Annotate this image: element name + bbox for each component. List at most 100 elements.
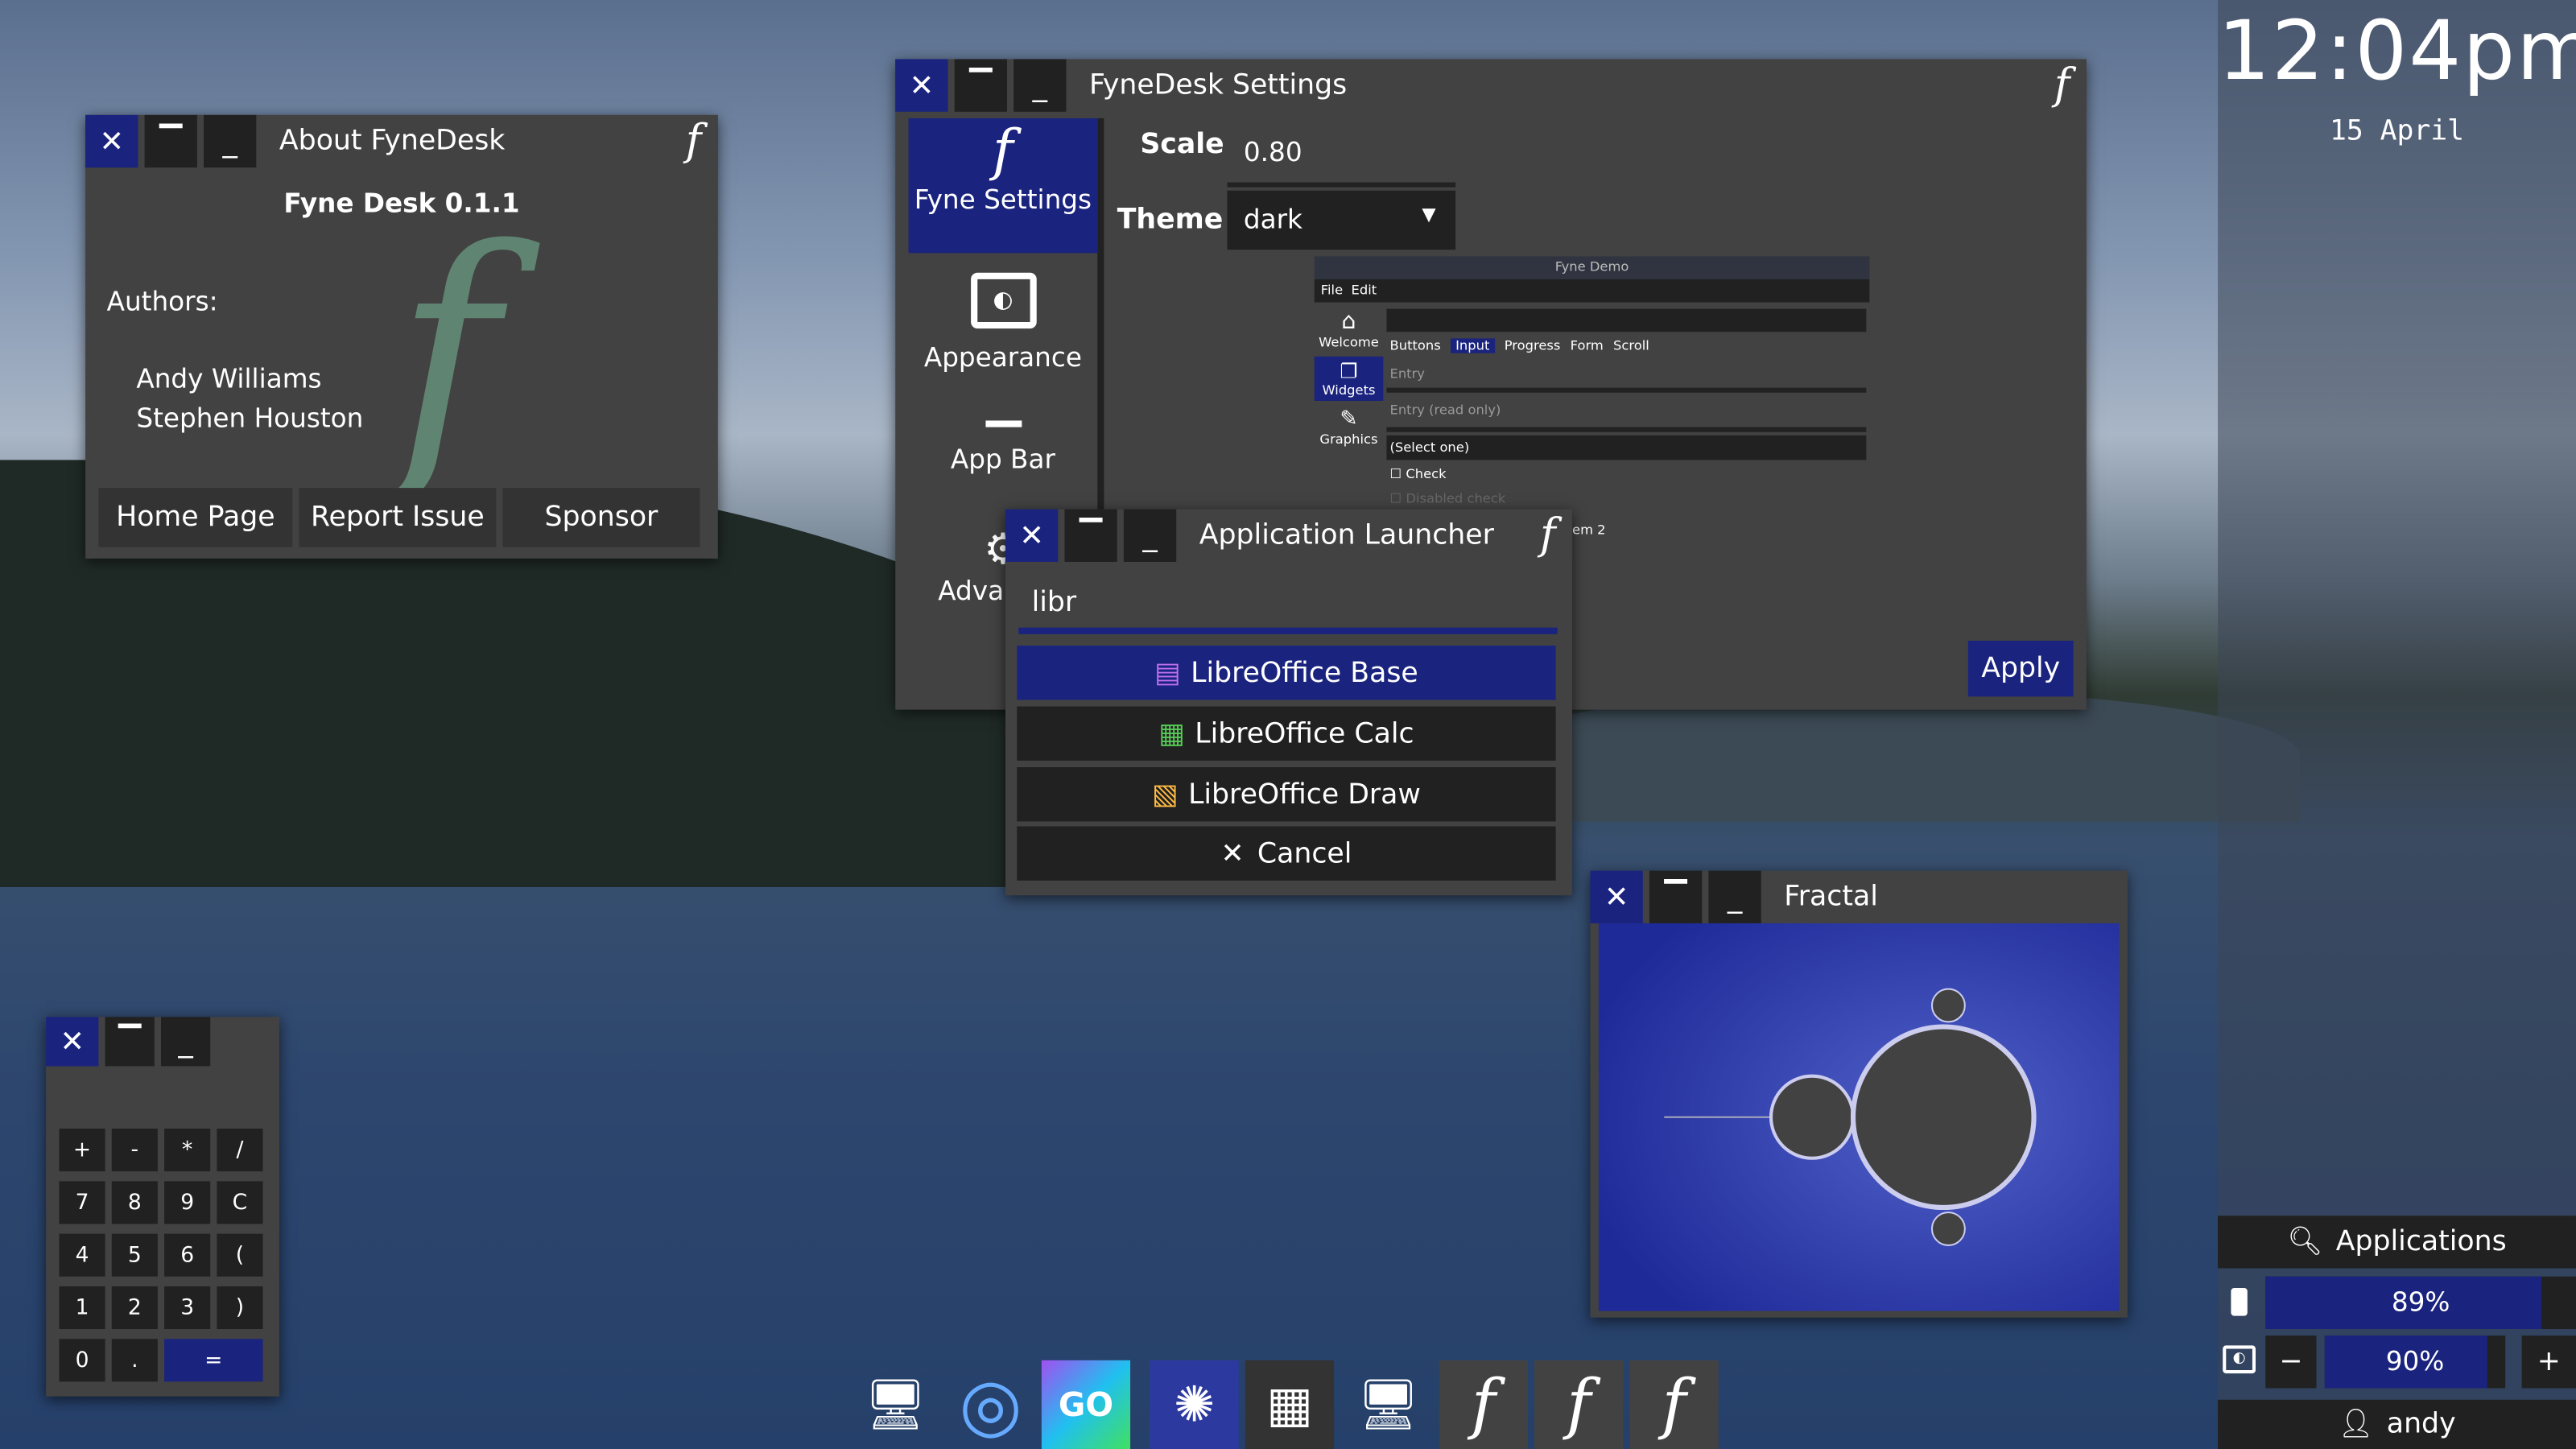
calc-key[interactable]: + xyxy=(59,1129,105,1172)
theme-select[interactable]: dark ▼ xyxy=(1227,190,1456,250)
theme-value: dark xyxy=(1243,204,1302,235)
fyne-icon[interactable]: f xyxy=(1534,1360,1624,1449)
fractal-icon[interactable]: ✺ xyxy=(1150,1360,1239,1449)
scale-input[interactable]: 0.80 xyxy=(1227,125,1456,188)
system-panel: 12:04pm 15 April 🔍︎ Applications 89% ◐ − … xyxy=(2218,0,2576,1449)
calc-key[interactable]: 2 xyxy=(111,1286,158,1330)
clock-date: 15 April xyxy=(2329,114,2465,148)
title-bar[interactable]: ✕ ▔ _ xyxy=(46,1017,279,1067)
maximize-button[interactable]: ▔ xyxy=(954,59,1008,112)
minimize-button[interactable]: _ xyxy=(204,114,257,168)
user-button[interactable]: 👤︎ andy xyxy=(2218,1399,2576,1449)
cancel-label: Cancel xyxy=(1257,836,1352,870)
calc-key[interactable]: * xyxy=(164,1129,211,1172)
sponsor-button[interactable]: Sponsor xyxy=(502,488,700,547)
cancel-button[interactable]: ✕ Cancel xyxy=(1017,826,1556,881)
goland-icon[interactable]: GO xyxy=(1041,1360,1131,1449)
preview-tab: Buttons xyxy=(1389,338,1441,353)
result-label: LibreOffice Draw xyxy=(1188,778,1421,811)
nav-label: App Bar xyxy=(950,444,1055,475)
title-bar[interactable]: ✕ ▔ _ About FyneDesk f xyxy=(85,114,718,168)
result-libreoffice-calc[interactable]: ▦ LibreOffice Calc xyxy=(1017,706,1556,761)
maximize-button[interactable]: ▔ xyxy=(105,1017,155,1067)
calc-key[interactable]: - xyxy=(111,1129,158,1172)
calc-key[interactable]: 7 xyxy=(59,1181,105,1224)
calc-key[interactable]: / xyxy=(217,1129,263,1172)
app-bar-icon xyxy=(985,420,1022,427)
chromium-icon[interactable]: ◎ xyxy=(947,1360,1035,1449)
calc-key[interactable]: C xyxy=(217,1181,263,1224)
fyne-logo-icon: f xyxy=(2054,60,2070,110)
user-label: andy xyxy=(2386,1407,2456,1441)
result-libreoffice-base[interactable]: ▤ LibreOffice Base xyxy=(1017,646,1556,700)
fyne-icon[interactable]: f xyxy=(1439,1360,1528,1449)
search-input[interactable]: libr xyxy=(1018,575,1558,634)
result-libreoffice-draw[interactable]: ▧ LibreOffice Draw xyxy=(1017,767,1556,822)
calc-key[interactable]: 5 xyxy=(111,1233,158,1277)
calc-key[interactable]: 3 xyxy=(164,1286,211,1330)
report-issue-button[interactable]: Report Issue xyxy=(299,488,497,547)
fractal-window: ✕ ▔ _ Fractal xyxy=(1590,870,2128,1318)
preview-nav: Widgets xyxy=(1322,382,1376,398)
minimize-button[interactable]: _ xyxy=(1708,870,1761,923)
search-icon: 🔍︎ xyxy=(2287,1225,2323,1259)
libreoffice-calc-icon: ▦ xyxy=(1158,716,1186,750)
close-button[interactable]: ✕ xyxy=(85,114,138,168)
brightness-bar[interactable]: 90% xyxy=(2324,1335,2506,1389)
minimize-button[interactable]: _ xyxy=(160,1017,211,1067)
minimize-button[interactable]: _ xyxy=(1123,509,1177,562)
launcher-window: ✕ ▔ _ Application Launcher f libr ▤ Libre… xyxy=(1005,509,1573,896)
theme-preview: Fyne Demo File Edit ⌂ Welcome ❐ Widgets ✎ G… xyxy=(1314,256,1870,519)
close-button[interactable]: ✕ xyxy=(46,1017,99,1067)
maximize-button[interactable]: ▔ xyxy=(1649,870,1703,923)
desktop: ✕ ▔ _ About FyneDesk f f Fyne Desk 0.1.1… xyxy=(0,0,2576,1449)
calc-key[interactable]: . xyxy=(111,1339,158,1382)
maximize-button[interactable]: ▔ xyxy=(1064,509,1117,562)
copy-icon: ❐ xyxy=(1340,359,1358,383)
calc-key[interactable]: 0 xyxy=(59,1339,105,1382)
nav-app-bar[interactable]: App Bar xyxy=(909,401,1098,516)
calc-key[interactable]: 8 xyxy=(111,1181,158,1224)
window-title: Fractal xyxy=(1784,880,1878,914)
brightness-increase-button[interactable]: + xyxy=(2521,1335,2576,1389)
title-bar[interactable]: ✕ ▔ _ Application Launcher f xyxy=(1005,509,1573,562)
mandelbrot-canvas[interactable] xyxy=(1598,923,2120,1311)
calc-key[interactable]: ) xyxy=(217,1286,263,1330)
calc-key[interactable]: 1 xyxy=(59,1286,105,1330)
window-title: FyneDesk Settings xyxy=(1089,68,1348,102)
maximize-button[interactable]: ▔ xyxy=(144,114,197,168)
calc-key[interactable]: 9 xyxy=(164,1181,211,1224)
nav-fyne-settings[interactable]: f Fyne Settings xyxy=(908,118,1098,254)
preview-tab: Input xyxy=(1450,338,1495,353)
display-icon[interactable]: 🖥︎ xyxy=(851,1360,939,1449)
title-bar[interactable]: ✕ ▔ _ Fractal xyxy=(1590,870,2128,923)
libreoffice-draw-icon: ▧ xyxy=(1152,778,1179,811)
fyne-logo-icon: f xyxy=(993,118,1013,184)
close-button[interactable]: ✕ xyxy=(1005,509,1059,562)
calc-key[interactable]: 6 xyxy=(164,1233,211,1277)
close-button[interactable]: ✕ xyxy=(895,59,948,112)
close-button[interactable]: ✕ xyxy=(1590,870,1643,923)
fyne-icon[interactable]: f xyxy=(1629,1360,1719,1449)
calc-key[interactable]: = xyxy=(164,1339,263,1382)
home-page-button[interactable]: Home Page xyxy=(98,488,293,547)
apply-button[interactable]: Apply xyxy=(1967,640,2074,697)
battery-icon xyxy=(2231,1287,2248,1316)
battery-value: 89% xyxy=(2391,1286,2450,1318)
calc-key[interactable]: 4 xyxy=(59,1233,105,1277)
brightness-decrease-button[interactable]: − xyxy=(2265,1335,2317,1389)
theme-label: Theme xyxy=(1117,204,1224,237)
title-bar[interactable]: ✕ ▔ _ FyneDesk Settings f xyxy=(895,59,2087,112)
applications-button[interactable]: 🔍︎ Applications xyxy=(2218,1216,2576,1269)
minimize-button[interactable]: _ xyxy=(1013,59,1067,112)
brightness-icon: ◐ xyxy=(2223,1345,2256,1374)
fyne-logo-icon: f xyxy=(685,116,702,167)
calc-key[interactable]: ( xyxy=(217,1233,263,1277)
display-icon[interactable]: 🖥︎ xyxy=(1344,1360,1432,1449)
preview-title: Fyne Demo xyxy=(1314,256,1870,279)
nav-appearance[interactable]: ◐ Appearance xyxy=(909,253,1098,401)
pencil-icon: ✎ xyxy=(1340,407,1358,432)
preview-select: (Select one) xyxy=(1386,435,1867,460)
home-icon: ⌂ xyxy=(1341,308,1356,336)
calculator-icon[interactable]: ▦ xyxy=(1245,1360,1335,1449)
